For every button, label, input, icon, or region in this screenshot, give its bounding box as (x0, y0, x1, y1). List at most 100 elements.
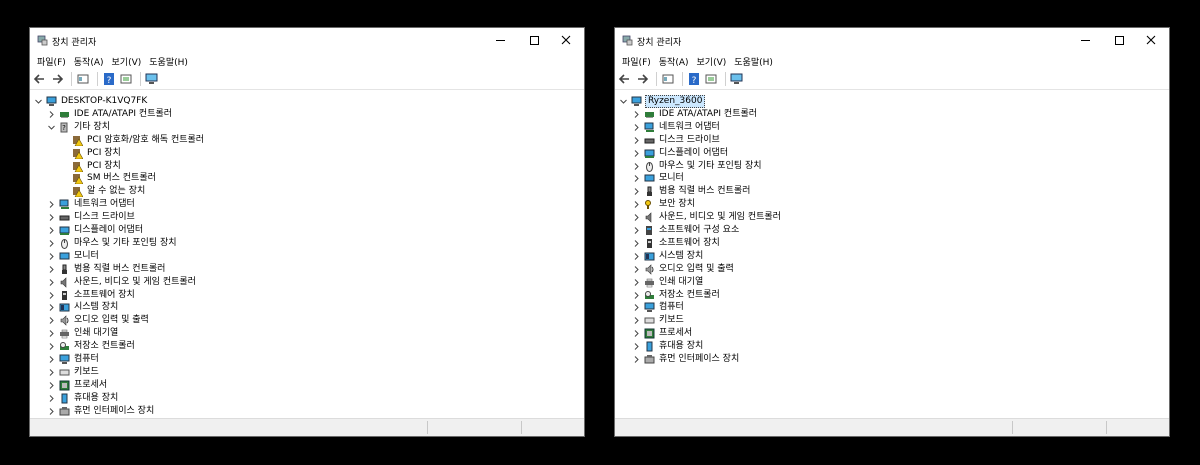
tree-item[interactable]: 범용 직렬 버스 컨트롤러 (47, 263, 166, 276)
chevron-right-icon[interactable] (632, 355, 641, 364)
tree-item[interactable]: 네트워크 어댑터 (632, 121, 721, 134)
chevron-right-icon[interactable] (47, 200, 56, 209)
chevron-right-icon[interactable] (47, 394, 56, 403)
maximize-button[interactable] (520, 32, 548, 48)
chevron-right-icon[interactable] (47, 226, 56, 235)
chevron-right-icon[interactable] (47, 265, 56, 274)
tree-item[interactable]: 보안 장치 (632, 198, 696, 211)
tree-item[interactable]: 프로세서 (47, 379, 108, 392)
tree-item[interactable]: 사운드, 비디오 및 게임 컨트롤러 (47, 276, 197, 289)
tree-item[interactable]: ? 기타 장치 (47, 121, 111, 134)
tree-item[interactable]: 컴퓨터 (47, 353, 100, 366)
menu-view[interactable]: 보기(V) (695, 55, 733, 68)
chevron-right-icon[interactable] (47, 213, 56, 222)
chevron-right-icon[interactable] (47, 252, 56, 261)
title-bar[interactable]: 장치 관리자 (615, 28, 1169, 53)
tree-item[interactable]: 범용 직렬 버스 컨트롤러 (632, 185, 751, 198)
chevron-right-icon[interactable] (632, 303, 641, 312)
device-view-button[interactable] (704, 72, 718, 86)
forward-button[interactable] (635, 72, 649, 86)
chevron-right-icon[interactable] (632, 291, 641, 300)
tree-item[interactable]: SM 버스 컨트롤러 (60, 172, 157, 185)
chevron-right-icon[interactable] (632, 278, 641, 287)
tree-item[interactable]: 오디오 입력 및 출력 (632, 263, 735, 276)
chevron-down-icon[interactable] (34, 97, 43, 106)
chevron-right-icon[interactable] (47, 291, 56, 300)
properties-view-button[interactable] (76, 72, 90, 86)
back-button[interactable] (618, 72, 632, 86)
chevron-right-icon[interactable] (632, 213, 641, 222)
tree-item[interactable]: 소프트웨어 장치 (47, 289, 136, 302)
tree-item[interactable]: 저장소 컨트롤러 (47, 340, 136, 353)
chevron-down-icon[interactable] (47, 123, 56, 132)
chevron-right-icon[interactable] (632, 123, 641, 132)
tree-item[interactable]: 모니터 (632, 172, 685, 185)
chevron-right-icon[interactable] (47, 239, 56, 248)
menu-view[interactable]: 보기(V) (110, 55, 148, 68)
chevron-right-icon[interactable] (632, 226, 641, 235)
title-bar[interactable]: 장치 관리자 (30, 28, 584, 53)
close-button[interactable] (1137, 32, 1165, 48)
tree-item[interactable]: 모니터 (47, 250, 100, 263)
tree-item[interactable]: 사운드, 비디오 및 게임 컨트롤러 (632, 211, 782, 224)
chevron-right-icon[interactable] (632, 149, 641, 158)
menu-action[interactable]: 동작(A) (72, 55, 110, 68)
tree-item[interactable]: 시스템 장치 (632, 250, 704, 263)
maximize-button[interactable] (1105, 32, 1133, 48)
chevron-right-icon[interactable] (632, 342, 641, 351)
scan-hardware-button[interactable] (730, 72, 744, 86)
close-button[interactable] (552, 32, 580, 48)
chevron-right-icon[interactable] (632, 174, 641, 183)
chevron-right-icon[interactable] (47, 278, 56, 287)
chevron-right-icon[interactable] (47, 381, 56, 390)
tree-item[interactable]: 오디오 입력 및 출력 (47, 314, 150, 327)
tree-item[interactable]: PCI 장치 (60, 160, 122, 173)
scan-hardware-button[interactable] (145, 72, 159, 86)
tree-item[interactable]: 휴대용 장치 (47, 392, 119, 405)
back-button[interactable] (33, 72, 47, 86)
menu-file[interactable]: 파일(F) (620, 55, 657, 68)
tree-item[interactable]: 디스크 드라이브 (632, 134, 721, 147)
help-button[interactable]: ? (687, 72, 701, 86)
properties-view-button[interactable] (661, 72, 675, 86)
chevron-down-icon[interactable] (619, 97, 628, 106)
menu-file[interactable]: 파일(F) (35, 55, 72, 68)
device-view-button[interactable] (119, 72, 133, 86)
chevron-right-icon[interactable] (47, 316, 56, 325)
tree-item[interactable]: 시스템 장치 (47, 301, 119, 314)
minimize-button[interactable] (1071, 32, 1099, 48)
chevron-right-icon[interactable] (632, 200, 641, 209)
chevron-right-icon[interactable] (47, 407, 56, 416)
chevron-right-icon[interactable] (47, 329, 56, 338)
forward-button[interactable] (50, 72, 64, 86)
tree-item[interactable]: IDE ATA/ATAPI 컨트롤러 (47, 108, 173, 121)
tree-item[interactable]: 저장소 컨트롤러 (632, 289, 721, 302)
tree-item[interactable]: 인쇄 대기열 (47, 327, 119, 340)
tree-item[interactable]: 휴먼 인터페이스 장치 (632, 353, 740, 366)
menu-help[interactable]: 도움말(H) (147, 55, 194, 68)
chevron-right-icon[interactable] (632, 110, 641, 119)
tree-item[interactable]: Ryzen_3600 (619, 95, 706, 108)
tree-item[interactable]: 인쇄 대기열 (632, 276, 704, 289)
chevron-right-icon[interactable] (632, 239, 641, 248)
tree-item[interactable]: 마우스 및 기타 포인팅 장치 (632, 160, 763, 173)
chevron-right-icon[interactable] (632, 265, 641, 274)
tree-item[interactable]: 소프트웨어 장치 (632, 237, 721, 250)
tree-item[interactable]: 마우스 및 기타 포인팅 장치 (47, 237, 178, 250)
help-button[interactable]: ? (102, 72, 116, 86)
tree-item[interactable]: 디스플레이 어댑터 (47, 224, 144, 237)
menu-action[interactable]: 동작(A) (657, 55, 695, 68)
chevron-right-icon[interactable] (47, 110, 56, 119)
chevron-right-icon[interactable] (632, 162, 641, 171)
chevron-right-icon[interactable] (632, 136, 641, 145)
tree-item[interactable]: PCI 장치 (60, 147, 122, 160)
chevron-right-icon[interactable] (47, 303, 56, 312)
tree-item[interactable]: 소프트웨어 구성 요소 (632, 224, 740, 237)
chevron-right-icon[interactable] (47, 355, 56, 364)
chevron-right-icon[interactable] (632, 187, 641, 196)
chevron-right-icon[interactable] (632, 329, 641, 338)
tree-item[interactable]: 디스플레이 어댑터 (632, 147, 729, 160)
tree-item[interactable]: IDE ATA/ATAPI 컨트롤러 (632, 108, 758, 121)
tree-item[interactable]: DESKTOP-K1VQ7FK (34, 95, 148, 108)
tree-item[interactable]: 컴퓨터 (632, 301, 685, 314)
